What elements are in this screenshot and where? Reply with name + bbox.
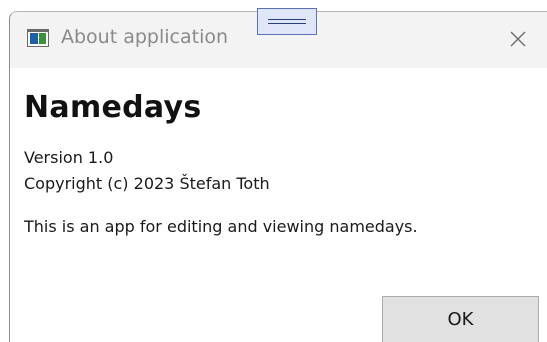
close-button[interactable] bbox=[503, 24, 533, 54]
copyright-text: Copyright (c) 2023 Štefan Toth bbox=[24, 174, 270, 193]
about-dialog: About application Namedays Version 1.0 C… bbox=[9, 11, 547, 342]
drag-handle[interactable] bbox=[257, 8, 317, 35]
version-text: Version 1.0 bbox=[24, 148, 114, 167]
close-icon bbox=[510, 31, 526, 47]
app-window-icon bbox=[27, 29, 49, 47]
ok-button[interactable]: OK bbox=[382, 296, 539, 342]
app-name-heading: Namedays bbox=[24, 90, 202, 125]
description-text: This is an app for editing and viewing n… bbox=[24, 217, 418, 236]
window-title: About application bbox=[61, 26, 229, 48]
